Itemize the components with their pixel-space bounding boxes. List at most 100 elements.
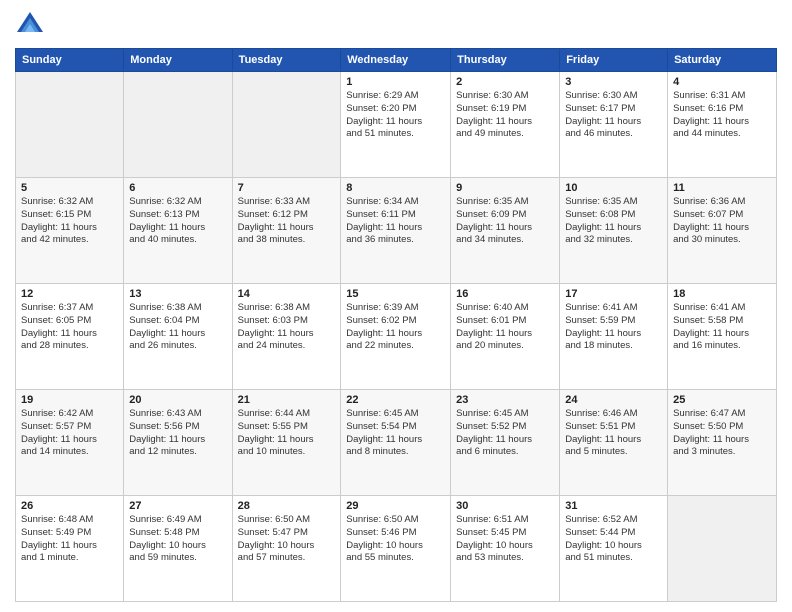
calendar-cell: 6 Sunrise: 6:32 AM Sunset: 6:13 PM Daylig… [124,178,232,284]
calendar-cell: 22 Sunrise: 6:45 AM Sunset: 5:54 PM Dayli… [341,390,451,496]
calendar-cell: 12 Sunrise: 6:37 AM Sunset: 6:05 PM Dayli… [16,284,124,390]
day-number: 11 [673,182,771,194]
day-detail: Sunrise: 6:31 AM Sunset: 6:16 PM Dayligh… [673,90,771,141]
day-number: 22 [346,394,445,406]
day-number: 7 [238,182,336,194]
day-detail: Sunrise: 6:30 AM Sunset: 6:17 PM Dayligh… [565,90,662,141]
calendar-cell: 18 Sunrise: 6:41 AM Sunset: 5:58 PM Dayli… [668,284,777,390]
day-detail: Sunrise: 6:44 AM Sunset: 5:55 PM Dayligh… [238,408,336,459]
calendar-cell: 7 Sunrise: 6:33 AM Sunset: 6:12 PM Daylig… [232,178,341,284]
day-number: 23 [456,394,554,406]
day-header-saturday: Saturday [668,49,777,72]
calendar-cell: 17Sunrise: 6:41 AM Sunset: 5:59 PM Dayli… [560,284,668,390]
day-header-tuesday: Tuesday [232,49,341,72]
day-detail: Sunrise: 6:42 AM Sunset: 5:57 PM Dayligh… [21,408,118,459]
day-detail: Sunrise: 6:41 AM Sunset: 5:58 PM Dayligh… [673,302,771,353]
day-number: 10 [565,182,662,194]
day-number: 21 [238,394,336,406]
day-number: 12 [21,288,118,300]
calendar-cell: 1 Sunrise: 6:29 AM Sunset: 6:20 PM Daylig… [341,72,451,178]
calendar-cell: 27 Sunrise: 6:49 AM Sunset: 5:48 PM Dayli… [124,496,232,602]
day-detail: Sunrise: 6:47 AM Sunset: 5:50 PM Dayligh… [673,408,771,459]
day-detail: Sunrise: 6:32 AM Sunset: 6:13 PM Dayligh… [129,196,226,247]
calendar-cell: 25 Sunrise: 6:47 AM Sunset: 5:50 PM Dayli… [668,390,777,496]
day-number: 30 [456,500,554,512]
day-number: 1 [346,76,445,88]
week-row-1: 5Sunrise: 6:32 AM Sunset: 6:15 PM Daylig… [16,178,777,284]
day-header-monday: Monday [124,49,232,72]
day-header-wednesday: Wednesday [341,49,451,72]
calendar-cell: 19 Sunrise: 6:42 AM Sunset: 5:57 PM Dayli… [16,390,124,496]
calendar-cell: 14 Sunrise: 6:38 AM Sunset: 6:03 PM Dayli… [232,284,341,390]
calendar-cell: 5Sunrise: 6:32 AM Sunset: 6:15 PM Daylig… [16,178,124,284]
week-row-3: 19 Sunrise: 6:42 AM Sunset: 5:57 PM Dayli… [16,390,777,496]
header [15,10,777,40]
day-detail: Sunrise: 6:37 AM Sunset: 6:05 PM Dayligh… [21,302,118,353]
day-detail: Sunrise: 6:45 AM Sunset: 5:52 PM Dayligh… [456,408,554,459]
day-detail: Sunrise: 6:51 AM Sunset: 5:45 PM Dayligh… [456,514,554,565]
day-detail: Sunrise: 6:45 AM Sunset: 5:54 PM Dayligh… [346,408,445,459]
calendar-cell: 13Sunrise: 6:38 AM Sunset: 6:04 PM Dayli… [124,284,232,390]
day-header-friday: Friday [560,49,668,72]
calendar-cell [232,72,341,178]
calendar-cell: 23 Sunrise: 6:45 AM Sunset: 5:52 PM Dayli… [451,390,560,496]
day-header-sunday: Sunday [16,49,124,72]
calendar-cell: 16Sunrise: 6:40 AM Sunset: 6:01 PM Dayli… [451,284,560,390]
day-detail: Sunrise: 6:38 AM Sunset: 6:03 PM Dayligh… [238,302,336,353]
day-number: 14 [238,288,336,300]
day-detail: Sunrise: 6:50 AM Sunset: 5:47 PM Dayligh… [238,514,336,565]
day-number: 13 [129,288,226,300]
day-detail: Sunrise: 6:49 AM Sunset: 5:48 PM Dayligh… [129,514,226,565]
day-number: 27 [129,500,226,512]
day-number: 8 [346,182,445,194]
calendar-cell: 24Sunrise: 6:46 AM Sunset: 5:51 PM Dayli… [560,390,668,496]
calendar-cell: 10 Sunrise: 6:35 AM Sunset: 6:08 PM Dayli… [560,178,668,284]
week-row-0: 1 Sunrise: 6:29 AM Sunset: 6:20 PM Daylig… [16,72,777,178]
calendar-cell [16,72,124,178]
calendar: SundayMondayTuesdayWednesdayThursdayFrid… [15,48,777,602]
day-detail: Sunrise: 6:33 AM Sunset: 6:12 PM Dayligh… [238,196,336,247]
day-number: 20 [129,394,226,406]
calendar-cell: 15Sunrise: 6:39 AM Sunset: 6:02 PM Dayli… [341,284,451,390]
calendar-cell: 29Sunrise: 6:50 AM Sunset: 5:46 PM Dayli… [341,496,451,602]
calendar-cell: 11 Sunrise: 6:36 AM Sunset: 6:07 PM Dayli… [668,178,777,284]
day-number: 18 [673,288,771,300]
day-detail: Sunrise: 6:35 AM Sunset: 6:08 PM Dayligh… [565,196,662,247]
header-row: SundayMondayTuesdayWednesdayThursdayFrid… [16,49,777,72]
calendar-cell: 28 Sunrise: 6:50 AM Sunset: 5:47 PM Dayli… [232,496,341,602]
calendar-cell: 31 Sunrise: 6:52 AM Sunset: 5:44 PM Dayli… [560,496,668,602]
calendar-cell: 8 Sunrise: 6:34 AM Sunset: 6:11 PM Daylig… [341,178,451,284]
day-number: 2 [456,76,554,88]
day-detail: Sunrise: 6:36 AM Sunset: 6:07 PM Dayligh… [673,196,771,247]
day-header-thursday: Thursday [451,49,560,72]
day-detail: Sunrise: 6:39 AM Sunset: 6:02 PM Dayligh… [346,302,445,353]
day-number: 31 [565,500,662,512]
calendar-cell: 26Sunrise: 6:48 AM Sunset: 5:49 PM Dayli… [16,496,124,602]
calendar-header: SundayMondayTuesdayWednesdayThursdayFrid… [16,49,777,72]
day-number: 25 [673,394,771,406]
calendar-cell: 4 Sunrise: 6:31 AM Sunset: 6:16 PM Daylig… [668,72,777,178]
calendar-cell: 21 Sunrise: 6:44 AM Sunset: 5:55 PM Dayli… [232,390,341,496]
week-row-2: 12 Sunrise: 6:37 AM Sunset: 6:05 PM Dayli… [16,284,777,390]
calendar-body: 1 Sunrise: 6:29 AM Sunset: 6:20 PM Daylig… [16,72,777,602]
day-detail: Sunrise: 6:41 AM Sunset: 5:59 PM Dayligh… [565,302,662,353]
day-number: 9 [456,182,554,194]
day-number: 5 [21,182,118,194]
week-row-4: 26Sunrise: 6:48 AM Sunset: 5:49 PM Dayli… [16,496,777,602]
day-detail: Sunrise: 6:43 AM Sunset: 5:56 PM Dayligh… [129,408,226,459]
day-detail: Sunrise: 6:34 AM Sunset: 6:11 PM Dayligh… [346,196,445,247]
day-number: 6 [129,182,226,194]
day-detail: Sunrise: 6:40 AM Sunset: 6:01 PM Dayligh… [456,302,554,353]
logo [15,10,49,40]
day-detail: Sunrise: 6:30 AM Sunset: 6:19 PM Dayligh… [456,90,554,141]
day-number: 28 [238,500,336,512]
calendar-cell [668,496,777,602]
day-detail: Sunrise: 6:29 AM Sunset: 6:20 PM Dayligh… [346,90,445,141]
calendar-cell: 20 Sunrise: 6:43 AM Sunset: 5:56 PM Dayli… [124,390,232,496]
day-number: 4 [673,76,771,88]
day-detail: Sunrise: 6:52 AM Sunset: 5:44 PM Dayligh… [565,514,662,565]
day-number: 19 [21,394,118,406]
day-number: 3 [565,76,662,88]
day-detail: Sunrise: 6:35 AM Sunset: 6:09 PM Dayligh… [456,196,554,247]
calendar-cell: 30 Sunrise: 6:51 AM Sunset: 5:45 PM Dayli… [451,496,560,602]
